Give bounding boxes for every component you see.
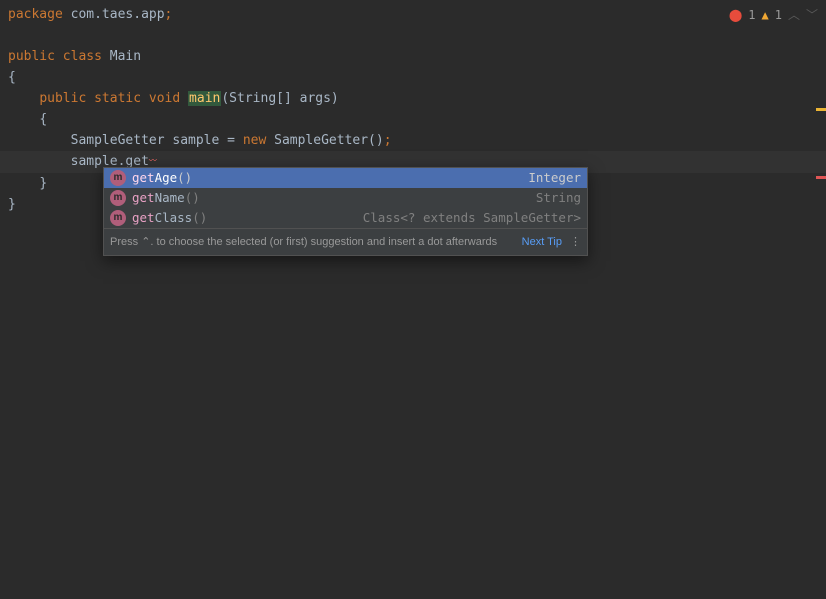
keyword-static: static [94,91,141,106]
code-line[interactable]: public static void main(String[] args) [0,88,826,109]
keyword-package: package [8,7,63,22]
completion-paren: () [192,210,207,225]
keyword-void: void [149,91,180,106]
completion-item[interactable]: m getClass() Class<? extends SampleGette… [104,208,587,228]
error-squiggle-icon: 〰 [149,156,157,165]
semicolon: ; [165,7,173,22]
code-line[interactable]: { [0,67,826,88]
method-main: main [188,91,221,106]
gutter-mark-warning[interactable] [816,108,826,111]
completion-rest: Age [155,170,178,185]
error-icon[interactable]: ⬤ [729,8,742,22]
chevron-up-icon[interactable]: ︿ [788,6,800,23]
keyword-public: public [8,49,55,64]
next-tip-link[interactable]: Next Tip [522,232,562,252]
warning-icon[interactable]: ▲ [762,8,769,22]
completion-tip: Press ⌃. to choose the selected (or firs… [110,232,516,252]
completion-rest: Name [155,190,185,205]
package-path: com.taes.app [63,7,165,22]
code-line[interactable]: public class Main [0,46,826,67]
keyword-class: class [63,49,102,64]
completion-footer: Press ⌃. to choose the selected (or firs… [104,228,587,255]
code-line[interactable]: { [0,109,826,130]
completion-match: get [132,190,155,205]
sample-decl-a: SampleGetter sample = [71,133,243,148]
brace-close: } [8,197,16,212]
sample-decl-b: SampleGetter() [266,133,383,148]
completion-return-type: Integer [528,168,581,188]
code-line-blank[interactable] [0,25,826,46]
method-icon: m [110,190,126,206]
warning-count: 1 [775,8,782,22]
completion-paren: () [185,190,200,205]
brace-open: { [39,112,47,127]
completion-match: get [132,170,155,185]
completion-return-type: Class<? extends SampleGetter> [363,208,581,228]
method-params: (String[] args) [221,91,338,106]
brace-close: } [39,176,47,191]
error-stripe-gutter [816,0,826,599]
class-name: Main [110,49,141,64]
gutter-mark-error[interactable] [816,176,826,179]
completion-paren: () [177,170,192,185]
completion-rest: Class [155,210,193,225]
brace-open: { [8,70,16,85]
method-icon: m [110,170,126,186]
method-icon: m [110,210,126,226]
popup-menu-icon[interactable]: ⋮ [570,232,581,252]
semicolon: ; [384,133,392,148]
completion-match: get [132,210,155,225]
error-count: 1 [748,8,755,22]
completion-return-type: String [536,188,581,208]
code-line[interactable]: SampleGetter sample = new SampleGetter()… [0,130,826,151]
inspection-status: ⬤1 ▲1 ︿ ﹀ [729,6,818,23]
completion-item[interactable]: m getName() String [104,188,587,208]
code-line[interactable]: package com.taes.app; [0,4,826,25]
completion-item[interactable]: m getAge() Integer [104,168,587,188]
keyword-public: public [39,91,86,106]
completion-popup: m getAge() Integer m getName() String m … [103,167,588,256]
keyword-new: new [243,133,266,148]
